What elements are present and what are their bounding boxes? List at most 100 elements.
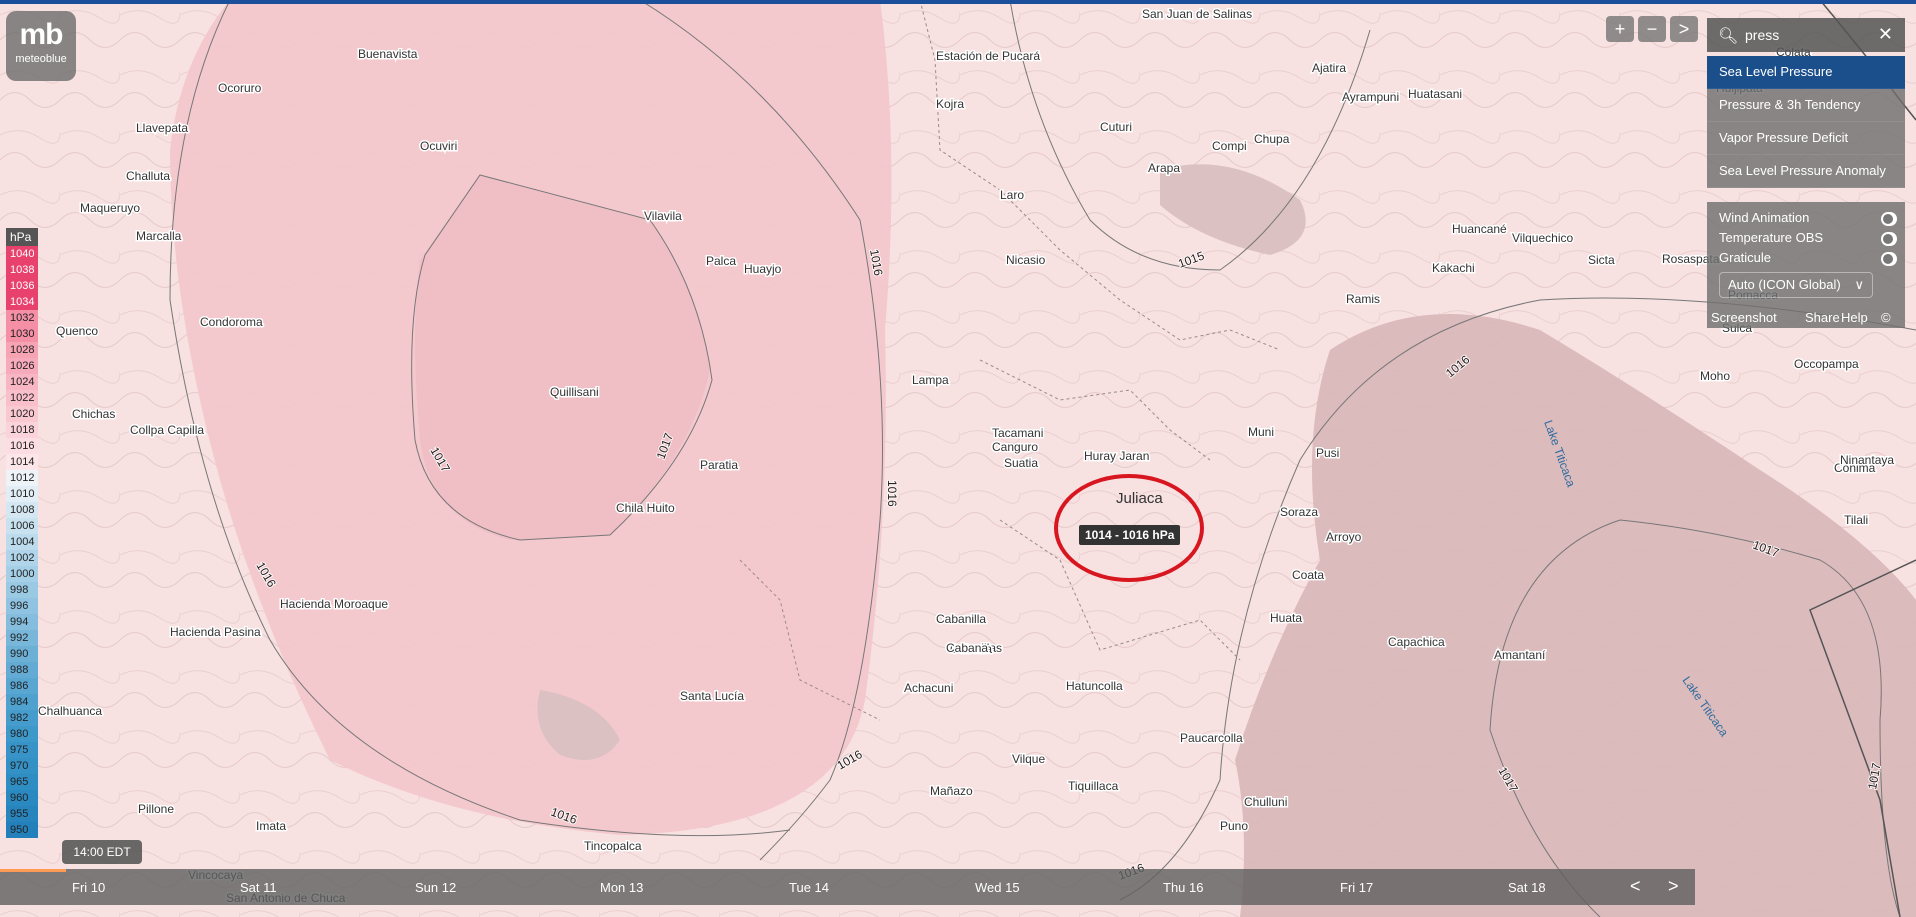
timeline-bar[interactable]: Fri 10 Sat 11 Sun 12 Mon 13 Tue 14 Wed 15 Thu … (0, 869, 1695, 905)
timeline-day[interactable]: Tue 14 (789, 880, 829, 895)
toggle-switch-icon[interactable] (1881, 232, 1897, 246)
city-label[interactable]: Ocuviri (419, 138, 459, 155)
city-label[interactable]: Quenco (55, 323, 100, 340)
city-label[interactable]: Kojra (935, 96, 966, 113)
city-label[interactable]: Paucarcolla (1179, 730, 1245, 747)
city-label[interactable]: Huray Jaran (1083, 448, 1151, 465)
city-label[interactable]: Llavepata (135, 120, 190, 137)
city-label[interactable]: San Juan de Salinas (1141, 6, 1254, 23)
panel-toggle-button[interactable]: > (1670, 16, 1698, 42)
city-label[interactable]: Vilque (1011, 751, 1047, 768)
wind-animation-toggle[interactable]: Wind Animation (1719, 210, 1897, 230)
zoom-out-button[interactable]: − (1638, 16, 1666, 42)
city-label[interactable]: Pusi (1315, 445, 1341, 462)
city-label[interactable]: Tincopalca (583, 838, 644, 855)
city-label[interactable]: Puno (1219, 818, 1250, 835)
city-label[interactable]: Collpa Capilla (129, 422, 206, 439)
search-input[interactable]: press (1745, 27, 1779, 43)
city-label[interactable]: Buenavista (357, 46, 420, 63)
city-label[interactable]: Sicta (1587, 252, 1617, 269)
layer-search-box[interactable]: 🔍︎ press ✕ (1707, 18, 1905, 52)
city-label[interactable]: Arroyo (1325, 529, 1364, 546)
city-label[interactable]: Tilali (1843, 512, 1870, 529)
city-label[interactable]: Mañazo (929, 783, 975, 800)
timeline-day[interactable]: Sat 11 (240, 880, 277, 895)
city-label[interactable]: Tiquillaca (1067, 778, 1121, 795)
city-label[interactable]: Palca (705, 253, 738, 270)
city-label[interactable]: Cabana (945, 640, 990, 657)
timeline-day[interactable]: Mon 13 (600, 880, 643, 895)
city-label[interactable]: Ajatira (1311, 60, 1348, 77)
city-label[interactable]: Huatasani (1407, 86, 1464, 103)
city-label[interactable]: Arapa (1147, 160, 1182, 177)
pressure-map[interactable]: Buenavista Ocoruro Llavepata Challuta Maquer… (0, 0, 1916, 917)
timeline-day[interactable]: Wed 15 (975, 880, 1020, 895)
timeline-day[interactable]: Sat 18 (1508, 880, 1546, 895)
city-label[interactable]: Laro (999, 187, 1026, 204)
city-label[interactable]: Compi (1211, 138, 1249, 155)
temperature-obs-toggle[interactable]: Temperature OBS (1719, 230, 1897, 250)
city-label[interactable]: Quillisani (549, 384, 601, 401)
city-label[interactable]: Moho (1699, 368, 1732, 385)
city-label[interactable]: Chupa (1253, 131, 1292, 148)
zoom-in-button[interactable]: + (1606, 16, 1634, 42)
city-label[interactable]: Cabanilla (935, 611, 988, 628)
city-label[interactable]: Capachica (1387, 634, 1447, 651)
city-label[interactable]: Ramis (1345, 291, 1382, 308)
city-label[interactable]: Occopampa (1793, 356, 1861, 373)
timeline-prev-button[interactable]: < (1630, 876, 1641, 897)
help-link[interactable]: Help (1841, 310, 1868, 325)
city-label[interactable]: Amantaní (1493, 647, 1548, 664)
city-label[interactable]: Ayrampuni (1341, 89, 1401, 106)
timeline-day[interactable]: Fri 10 (72, 880, 105, 895)
city-label[interactable]: Tacamani (991, 425, 1045, 442)
city-label[interactable]: Challuta (125, 168, 172, 185)
timeline-day[interactable]: Sun 12 (415, 880, 456, 895)
city-label[interactable]: Huancané (1451, 221, 1509, 238)
city-label[interactable]: Marcalla (135, 228, 184, 245)
timeline-day[interactable]: Thu 16 (1163, 880, 1203, 895)
city-label[interactable]: Kakachi (1431, 260, 1477, 277)
city-label[interactable]: Hacienda Moroaque (279, 596, 390, 613)
city-label[interactable]: Muni (1247, 424, 1276, 441)
city-label[interactable]: Coata (1291, 567, 1326, 584)
city-label[interactable]: Imata (255, 818, 288, 835)
city-label[interactable]: Chichas (71, 406, 117, 423)
city-label[interactable]: Condoroma (199, 314, 265, 331)
city-label[interactable]: Estación de Pucará (935, 48, 1042, 65)
graticule-toggle[interactable]: Graticule (1719, 250, 1897, 270)
city-label[interactable]: Vilquechico (1511, 230, 1575, 247)
city-label[interactable]: Ninantaya (1839, 452, 1896, 469)
city-label[interactable]: Canguro (991, 439, 1040, 456)
share-link[interactable]: Share (1805, 310, 1840, 325)
city-label[interactable]: Nicasio (1005, 252, 1048, 269)
city-label[interactable]: Chulluni (1243, 794, 1289, 811)
screenshot-link[interactable]: Screenshot (1711, 310, 1777, 325)
model-select[interactable]: Auto (ICON Global) ∨ (1719, 272, 1873, 298)
city-label[interactable]: Hatuncolla (1065, 678, 1125, 695)
city-label[interactable]: Huata (1269, 610, 1304, 627)
city-label[interactable]: Chila Huito (615, 500, 677, 517)
result-vapor-pressure-deficit[interactable]: Vapor Pressure Deficit (1707, 122, 1905, 155)
city-label[interactable]: Paratia (699, 457, 740, 474)
city-label[interactable]: Cuturi (1099, 119, 1134, 136)
city-label[interactable]: Chalhuanca (37, 703, 104, 720)
result-sea-level-pressure-anomaly[interactable]: Sea Level Pressure Anomaly (1707, 155, 1905, 188)
close-icon[interactable]: ✕ (1878, 24, 1893, 45)
city-label[interactable]: Huayjo (743, 261, 784, 278)
city-label[interactable]: Ocoruro (217, 80, 264, 97)
city-label[interactable]: Maqueruyo (79, 200, 142, 217)
city-label[interactable]: Vilavila (643, 208, 684, 225)
copyright-link[interactable]: © (1881, 310, 1891, 325)
city-label[interactable]: Santa Lucía (679, 688, 746, 705)
meteoblue-logo[interactable]: mb meteoblue (6, 11, 76, 81)
city-label[interactable]: Suatia (1003, 455, 1040, 472)
city-label[interactable]: Achacuni (903, 680, 955, 697)
result-sea-level-pressure[interactable]: Sea Level Pressure (1707, 56, 1905, 89)
city-label[interactable]: Soraza (1279, 504, 1320, 521)
result-pressure-tendency[interactable]: Pressure & 3h Tendency (1707, 89, 1905, 122)
city-label[interactable]: Hacienda Pasina (169, 624, 263, 641)
toggle-switch-icon[interactable] (1881, 252, 1897, 266)
toggle-switch-icon[interactable] (1881, 212, 1897, 226)
timeline-next-button[interactable]: > (1668, 876, 1679, 897)
